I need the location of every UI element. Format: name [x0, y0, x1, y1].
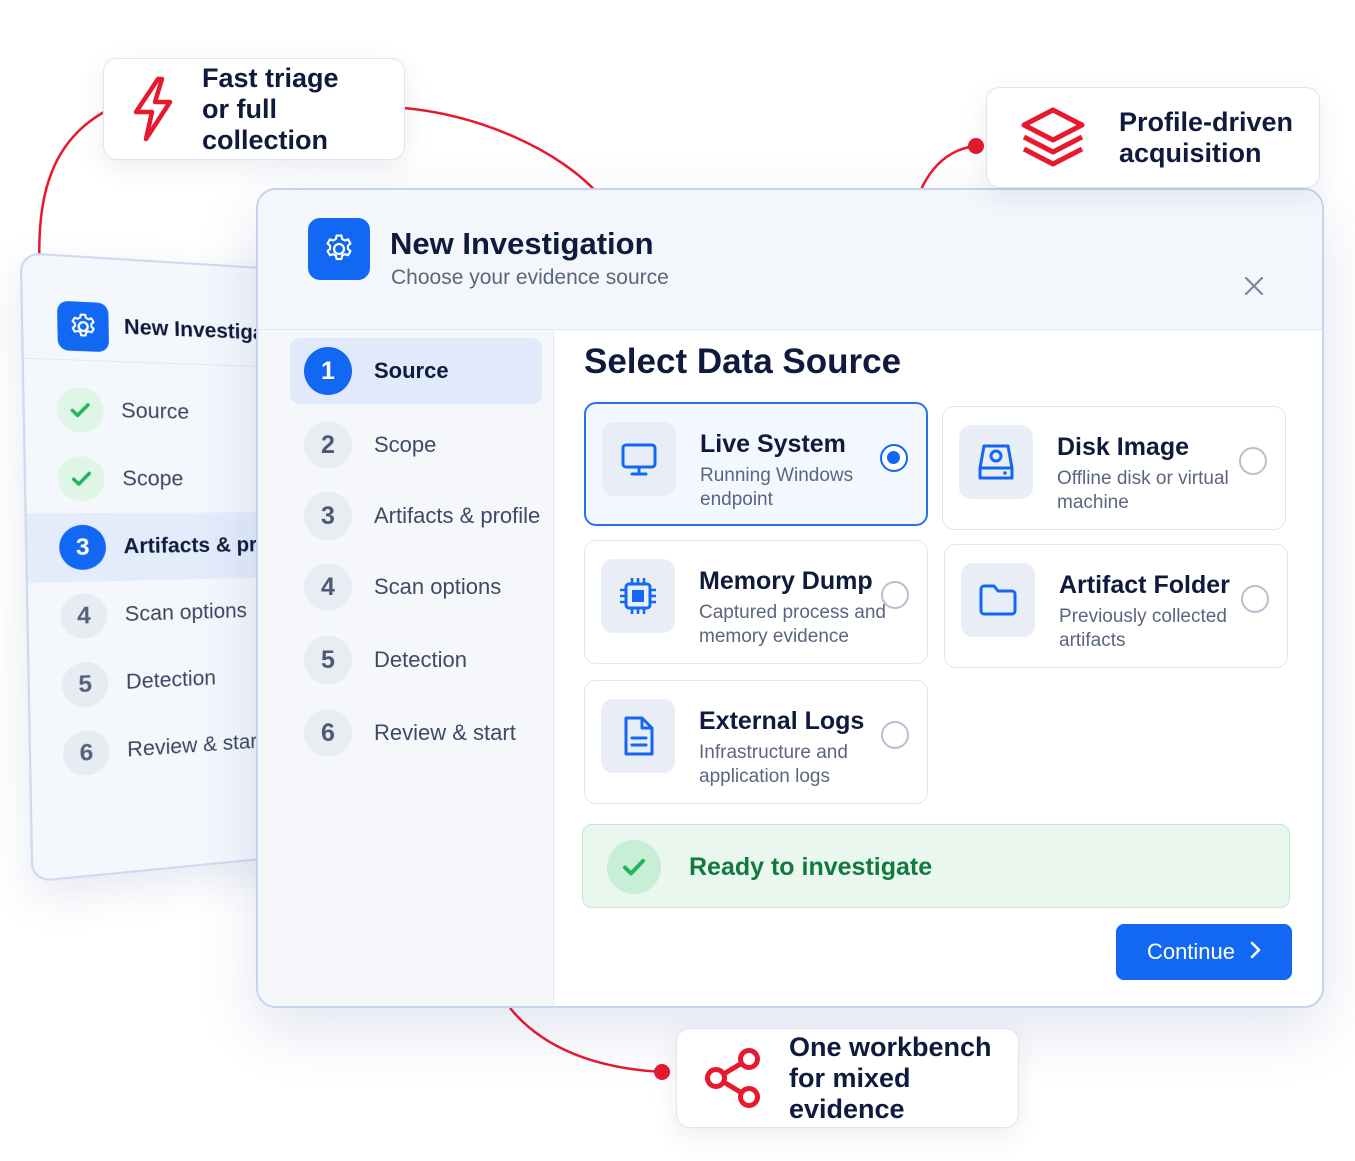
source-card-live-system[interactable]: Live System Running Windows endpoint	[584, 402, 928, 526]
source-description: Infrastructure and application logs	[699, 742, 848, 787]
back-step-label: Detection	[125, 666, 217, 694]
continue-button[interactable]: Continue	[1116, 924, 1292, 980]
step-label: Scan options	[374, 574, 502, 599]
step-label: Scope	[374, 432, 437, 457]
check-icon	[57, 455, 106, 502]
check-circle-icon	[607, 840, 661, 894]
step-scan-options[interactable]: 4 Scan options	[290, 554, 542, 620]
source-title: External Logs	[699, 707, 865, 735]
callout-fast-triage: Fast triage or full collection	[103, 58, 405, 160]
wizard-steps-sidebar: 1 Source 2 Scope 3 Artifacts & profile 4…	[258, 330, 554, 1006]
callout-one-workbench-text: One workbench for mixed evidence	[789, 1031, 992, 1124]
source-radio[interactable]	[881, 581, 909, 609]
step-artifacts-profile[interactable]: 3 Artifacts & profile	[290, 483, 542, 549]
source-description: Running Windows endpoint	[700, 465, 854, 510]
data-source-panel: Select Data Source Live System Running W…	[554, 330, 1322, 1006]
back-step-label: Scope	[122, 466, 184, 491]
source-title: Live System	[700, 430, 846, 458]
status-text: Ready to investigate	[689, 853, 933, 881]
step-label: Artifacts & profile	[374, 503, 541, 528]
dialog-subtitle: Choose your evidence source	[391, 266, 669, 289]
step-number: 4	[304, 563, 352, 611]
disk-image-icon	[959, 425, 1033, 499]
share-icon	[677, 1029, 789, 1127]
back-step-number: 3	[58, 524, 107, 571]
close-icon[interactable]	[1242, 274, 1266, 298]
source-title: Disk Image	[1057, 433, 1190, 461]
step-detection[interactable]: 5 Detection	[290, 627, 542, 693]
lightning-icon	[104, 59, 202, 159]
source-card-memory-dump[interactable]: Memory Dump Captured process and memory …	[584, 540, 928, 664]
source-description: Captured process and memory evidence	[699, 602, 886, 647]
step-number: 1	[304, 347, 352, 395]
gear-icon	[56, 300, 110, 352]
callout-one-workbench: One workbench for mixed evidence	[676, 1028, 1019, 1128]
source-radio[interactable]	[880, 444, 908, 472]
source-card-external-logs[interactable]: External Logs Infrastructure and applica…	[584, 680, 928, 804]
back-step-label: Source	[120, 398, 190, 424]
source-description: Offline disk or virtual machine	[1057, 468, 1229, 513]
monitor-icon	[602, 422, 676, 496]
step-review-start[interactable]: 6 Review & start	[290, 700, 542, 766]
source-card-disk-image[interactable]: Disk Image Offline disk or virtual machi…	[942, 406, 1286, 530]
chip-icon	[601, 559, 675, 633]
step-number: 2	[304, 421, 352, 469]
back-step-number: 4	[60, 592, 108, 640]
callout-profile-driven-text: Profile-driven acquisition	[1119, 106, 1294, 168]
back-step-number: 6	[62, 729, 111, 778]
dialog-title: New Investigation	[390, 226, 654, 261]
callout-fast-triage-text: Fast triage or full collection	[202, 62, 339, 155]
section-title: Select Data Source	[584, 342, 902, 381]
step-source[interactable]: 1 Source	[290, 338, 542, 404]
gear-icon	[308, 218, 370, 280]
step-label: Source	[374, 358, 449, 383]
layers-icon	[987, 88, 1119, 187]
source-description: Previously collected artifacts	[1059, 606, 1227, 651]
source-title: Memory Dump	[699, 567, 873, 595]
step-label: Review & start	[374, 720, 516, 745]
source-card-artifact-folder[interactable]: Artifact Folder Previously collected art…	[944, 544, 1288, 668]
step-number: 5	[304, 636, 352, 684]
status-banner: Ready to investigate	[582, 824, 1290, 908]
back-step-label: Review & start	[126, 729, 263, 762]
document-icon	[601, 699, 675, 773]
step-scope[interactable]: 2 Scope	[290, 412, 542, 478]
source-radio[interactable]	[881, 721, 909, 749]
step-number: 6	[304, 709, 352, 757]
callout-profile-driven: Profile-driven acquisition	[986, 87, 1320, 188]
check-icon	[56, 386, 104, 434]
back-step-label: Scan options	[124, 599, 248, 626]
back-step-number: 5	[61, 660, 109, 709]
chevron-right-icon	[1249, 939, 1261, 965]
step-number: 3	[304, 492, 352, 540]
continue-label: Continue	[1146, 939, 1236, 964]
dialog-header: New Investigation Choose your evidence s…	[258, 190, 1322, 330]
source-radio[interactable]	[1241, 585, 1269, 613]
source-radio[interactable]	[1239, 447, 1267, 475]
source-title: Artifact Folder	[1059, 571, 1230, 599]
folder-icon	[961, 563, 1035, 637]
step-label: Detection	[374, 647, 467, 672]
main-window-wizard: New Investigation Choose your evidence s…	[256, 188, 1324, 1008]
